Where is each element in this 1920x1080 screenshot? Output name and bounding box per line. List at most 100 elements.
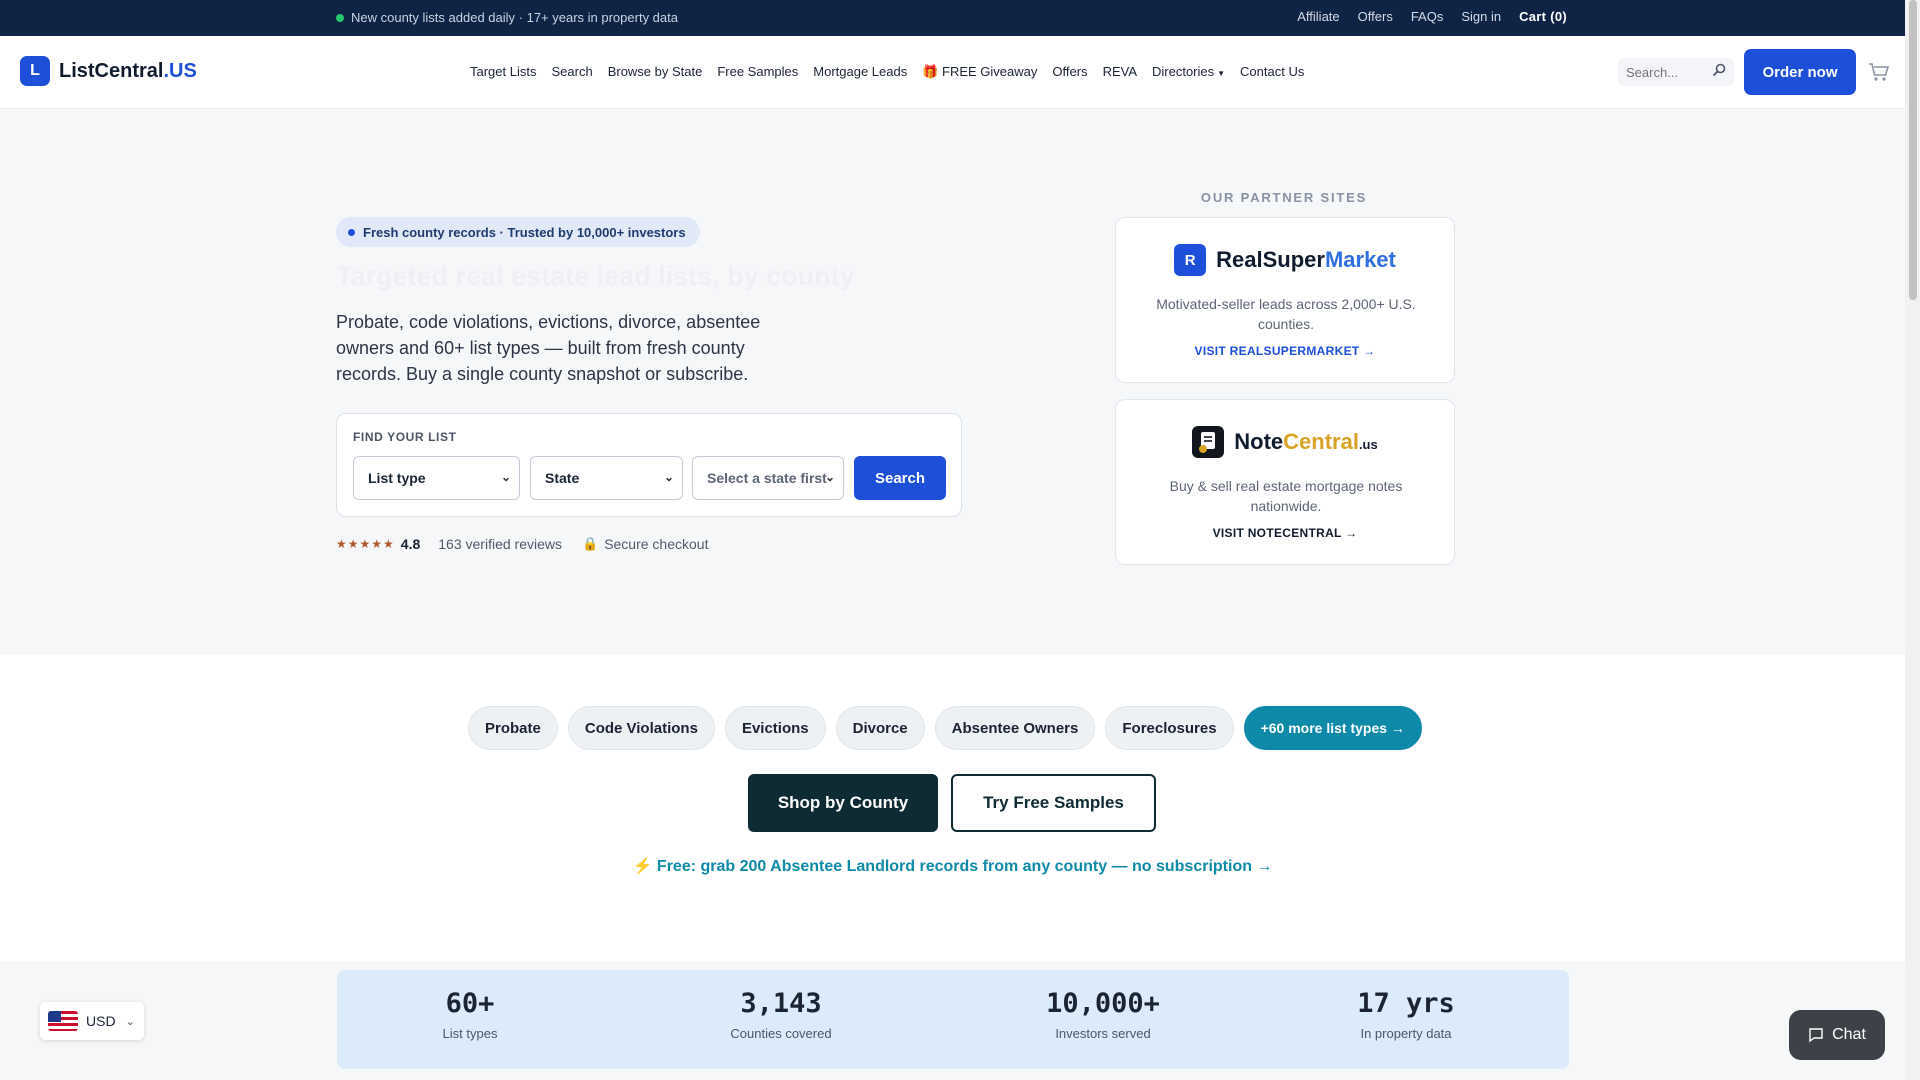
chevron-down-icon: ⌄ — [125, 1015, 135, 1028]
caret-down-icon: ▼ — [1217, 69, 1226, 78]
logo-mark: L — [20, 56, 50, 86]
visit-realsupermarket-link[interactable]: VISIT REALSUPERMARKET → — [1116, 344, 1454, 358]
stat-number: 10,000+ — [1046, 988, 1160, 1019]
chat-label: Chat — [1832, 1026, 1866, 1043]
nav-search[interactable]: Search — [551, 64, 592, 80]
partner-name-b: Central — [1283, 429, 1359, 454]
faqs-link[interactable]: FAQs — [1411, 9, 1444, 24]
affiliate-link[interactable]: Affiliate — [1297, 9, 1339, 24]
nav-directories[interactable]: Directories ▼ — [1152, 64, 1225, 80]
offers-link[interactable]: Offers — [1358, 9, 1393, 24]
partner-name-b: Market — [1324, 247, 1396, 272]
stat-number: 60+ — [445, 988, 495, 1019]
trust-pill-text: Fresh county records · Trusted by 10,000… — [363, 224, 686, 240]
secure-checkout: Secure checkout — [604, 536, 709, 552]
stat-label: List types — [442, 1026, 498, 1041]
partner-logo: NoteCentral.us — [1116, 426, 1454, 458]
notecentral-logo-icon — [1192, 426, 1225, 458]
nav-browse-by-state[interactable]: Browse by State — [608, 64, 703, 80]
scrollbar-thumb[interactable] — [1909, 0, 1917, 300]
chip-evictions[interactable]: Evictions — [724, 706, 826, 750]
stat-label: Counties covered — [730, 1026, 832, 1041]
stat-list-types: 60+ List types — [370, 988, 570, 1041]
nav-offers[interactable]: Offers — [1052, 64, 1087, 80]
partner-name-a: Note — [1234, 429, 1284, 454]
chip-absentee-owners[interactable]: Absentee Owners — [934, 706, 1096, 750]
try-free-samples-button[interactable]: Try Free Samples — [951, 774, 1156, 832]
stat-number: 3,143 — [740, 988, 822, 1019]
more-list-types-button[interactable]: +60 more list types → — [1243, 706, 1422, 750]
site-logo[interactable]: L ListCentral.US — [20, 56, 197, 86]
free-offer-link[interactable]: ⚡ Free: grab 200 Absentee Landlord recor… — [0, 856, 1905, 876]
logo-tld: .US — [163, 59, 197, 82]
hero-description: Probate, code violations, evictions, div… — [336, 312, 761, 384]
stat-years: 17 yrs In property data — [1306, 988, 1506, 1041]
status-dot-icon — [336, 13, 344, 22]
chip-foreclosures[interactable]: Foreclosures — [1105, 706, 1234, 750]
county-value: Select a state first — [707, 470, 827, 486]
main-nav: Target Lists Search Browse by State Free… — [470, 64, 1304, 80]
partner-name: RealSuperMarket — [1216, 247, 1396, 273]
pill-dot-icon — [348, 228, 355, 236]
announcement: New county lists added daily · 17+ years… — [336, 10, 678, 25]
logo-name: ListCentral — [59, 59, 164, 82]
header-search-input[interactable] — [1626, 64, 1710, 80]
chevron-down-icon: ⌄ — [663, 470, 674, 484]
visit-notecentral-link[interactable]: VISIT NOTECENTRAL → — [1116, 526, 1454, 540]
nav-directories-label: Directories — [1152, 64, 1215, 79]
list-type-chips: Probate Code Violations Evictions Divorc… — [468, 706, 1422, 750]
partner-name-c: .us — [1358, 437, 1378, 452]
stat-label: In property data — [1360, 1026, 1452, 1041]
reviews-count: 163 verified reviews — [438, 536, 562, 552]
stat-counties: 3,143 Counties covered — [681, 988, 881, 1041]
partner-heading: OUR PARTNER SITES — [1200, 190, 1368, 205]
partner-card-realsupermarket[interactable]: R RealSuperMarket Motivated-seller leads… — [1115, 217, 1455, 383]
state-select[interactable]: State ⌄ — [530, 456, 683, 500]
county-select[interactable]: Select a state first ⌄ — [692, 456, 844, 500]
cart-icon[interactable] — [1868, 62, 1890, 82]
search-button[interactable]: Search — [854, 456, 946, 500]
list-type-value: List type — [368, 470, 426, 486]
currency-value: USD — [86, 1013, 116, 1029]
nav-contact-us[interactable]: Contact Us — [1240, 64, 1304, 80]
state-value: State — [545, 470, 580, 486]
star-rating-icon: ★★★★★ — [336, 537, 395, 551]
chat-bubble-icon — [1809, 1028, 1823, 1043]
shop-by-county-button[interactable]: Shop by County — [748, 774, 938, 832]
lock-icon: 🔒 — [582, 536, 599, 551]
cart-link[interactable]: Cart (0) — [1519, 9, 1567, 24]
nav-free-giveaway[interactable]: 🎁 FREE Giveaway — [922, 64, 1037, 80]
nav-mortgage-leads[interactable]: Mortgage Leads — [813, 64, 907, 80]
trust-pill: Fresh county records · Trusted by 10,000… — [336, 217, 700, 247]
chip-code-violations[interactable]: Code Violations — [567, 706, 715, 750]
partner-description: Buy & sell real estate mortgage notes na… — [1169, 478, 1403, 514]
top-announcement-bar: New county lists added daily · 17+ years… — [0, 0, 1905, 36]
header-search — [1618, 58, 1734, 86]
chip-probate[interactable]: Probate — [468, 706, 558, 750]
announcement-text: New county lists added daily · 17+ years… — [351, 10, 678, 25]
nav-target-lists[interactable]: Target Lists — [470, 64, 536, 80]
find-your-list-form: FIND YOUR LIST List type ⌄ State ⌄ Selec… — [336, 413, 962, 517]
sign-in-link[interactable]: Sign in — [1461, 9, 1501, 24]
hero-section: Fresh county records · Trusted by 10,000… — [0, 109, 1905, 655]
realsupermarket-logo-icon: R — [1174, 244, 1207, 276]
nav-free-samples[interactable]: Free Samples — [717, 64, 798, 80]
chevron-down-icon: ⌄ — [824, 470, 835, 484]
chat-button[interactable]: Chat — [1789, 1010, 1885, 1060]
partner-name: NoteCentral.us — [1234, 429, 1377, 455]
us-flag-icon — [48, 1011, 78, 1031]
partner-logo: R RealSuperMarket — [1116, 244, 1454, 276]
order-now-button[interactable]: Order now — [1744, 49, 1856, 95]
nav-reva[interactable]: REVA — [1103, 64, 1137, 80]
partner-description: Motivated-seller leads across 2,000+ U.S… — [1156, 296, 1416, 332]
stats-panel: 60+ List types 3,143 Counties covered 10… — [337, 970, 1569, 1069]
chevron-down-icon: ⌄ — [500, 470, 511, 484]
partner-card-notecentral[interactable]: NoteCentral.us Buy & sell real estate mo… — [1115, 399, 1455, 565]
search-icon[interactable] — [1712, 63, 1726, 80]
currency-selector[interactable]: USD ⌄ — [40, 1002, 144, 1040]
rating-row: ★★★★★ 4.8 163 verified reviews 🔒 Secure … — [336, 536, 708, 552]
chip-divorce[interactable]: Divorce — [835, 706, 925, 750]
stat-number: 17 yrs — [1357, 988, 1455, 1019]
page-scrollbar[interactable] — [1905, 0, 1920, 1080]
list-type-select[interactable]: List type ⌄ — [353, 456, 520, 500]
